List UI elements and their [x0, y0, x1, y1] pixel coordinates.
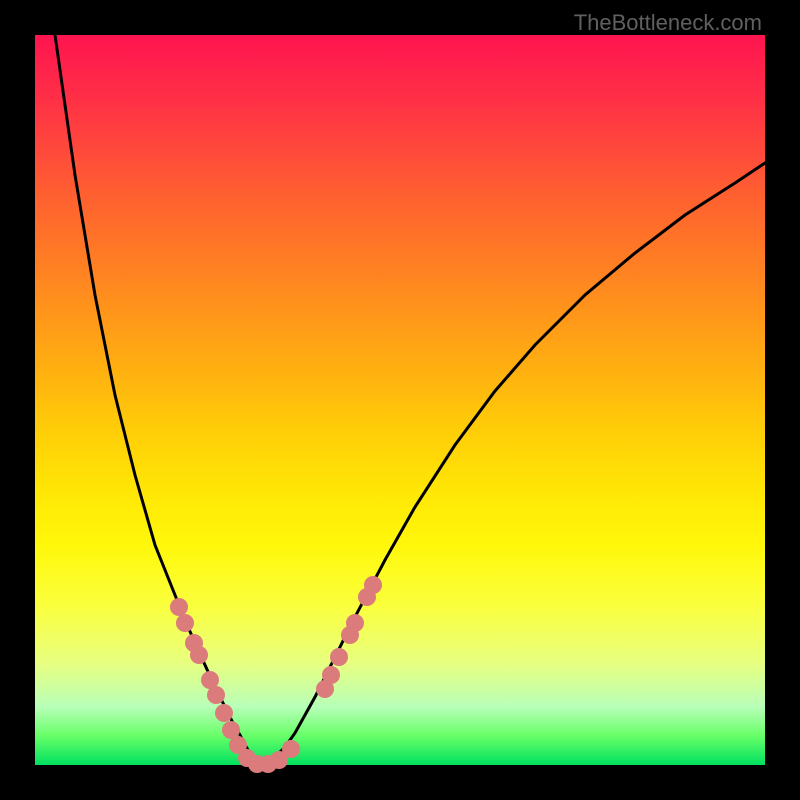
- data-marker: [207, 686, 225, 704]
- data-marker: [176, 614, 194, 632]
- data-marker: [322, 666, 340, 684]
- chart-curves: [55, 35, 765, 763]
- data-marker: [346, 614, 364, 632]
- data-marker: [364, 576, 382, 594]
- chart-svg: [35, 35, 765, 765]
- plot-area: [35, 35, 765, 765]
- data-marker: [190, 646, 208, 664]
- data-marker: [215, 704, 233, 722]
- chart-frame: TheBottleneck.com: [0, 0, 800, 800]
- data-marker: [170, 598, 188, 616]
- data-marker: [330, 648, 348, 666]
- chart-markers: [170, 576, 382, 773]
- data-marker: [282, 740, 300, 758]
- watermark-text: TheBottleneck.com: [574, 10, 762, 36]
- curve-path: [55, 35, 260, 763]
